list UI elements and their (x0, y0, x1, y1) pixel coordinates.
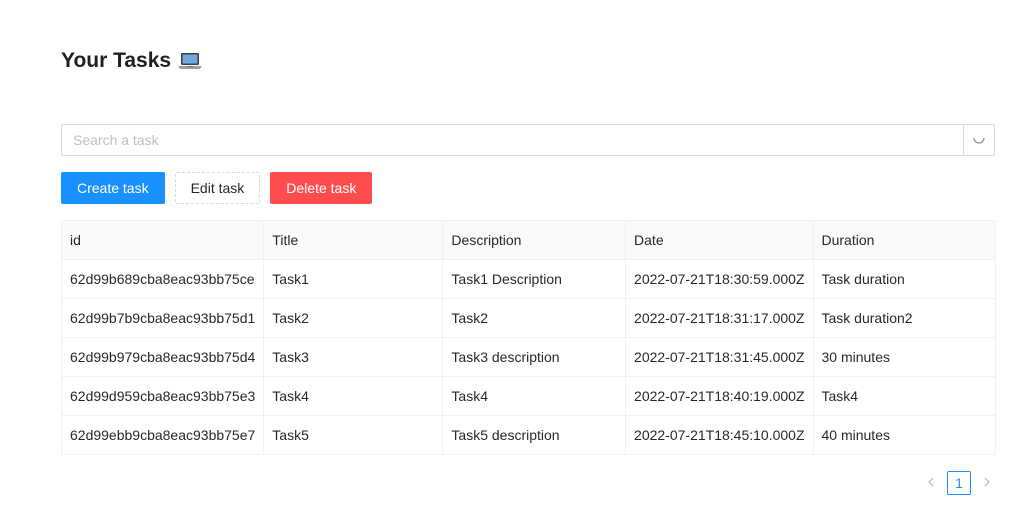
table-row[interactable]: 62d99b979cba8eac93bb75d4 Task3 Task3 des… (61, 337, 996, 377)
column-header-id[interactable]: id (61, 220, 265, 260)
cell-date: 2022-07-21T18:31:45.000Z (625, 337, 814, 377)
delete-task-button[interactable]: Delete task (270, 172, 373, 204)
column-header-date[interactable]: Date (625, 220, 814, 260)
chevron-right-icon (983, 476, 991, 490)
table-header-row: id Title Description Date Duration (61, 220, 996, 260)
page: Your Tasks Create task Edit task Delete … (0, 0, 1023, 528)
column-header-duration[interactable]: Duration (813, 220, 996, 260)
search-button[interactable] (963, 124, 995, 156)
cell-id: 62d99d959cba8eac93bb75e3 (61, 376, 265, 416)
cell-title: Task2 (263, 298, 444, 338)
cell-title: Task5 (263, 415, 444, 455)
cell-description: Task1 Description (442, 259, 627, 299)
cell-duration: Task duration2 (813, 298, 996, 338)
cell-id: 62d99b7b9cba8eac93bb75d1 (61, 298, 265, 338)
cell-id: 62d99ebb9cba8eac93bb75e7 (61, 415, 265, 455)
table-row[interactable]: 62d99ebb9cba8eac93bb75e7 Task5 Task5 des… (61, 415, 996, 455)
tasks-table: id Title Description Date Duration 62d99… (61, 220, 996, 455)
cell-date: 2022-07-21T18:30:59.000Z (625, 259, 814, 299)
search-bar (61, 124, 995, 156)
table-row[interactable]: 62d99b689cba8eac93bb75ce Task1 Task1 Des… (61, 259, 996, 299)
cell-date: 2022-07-21T18:45:10.000Z (625, 415, 814, 455)
edit-task-button[interactable]: Edit task (174, 172, 261, 204)
table-row[interactable]: 62d99d959cba8eac93bb75e3 Task4 Task4 202… (61, 376, 996, 416)
cell-id: 62d99b689cba8eac93bb75ce (61, 259, 265, 299)
cell-description: Task3 description (442, 337, 627, 377)
table-row[interactable]: 62d99b7b9cba8eac93bb75d1 Task2 Task2 202… (61, 298, 996, 338)
cell-duration: 30 minutes (813, 337, 996, 377)
cell-duration: Task4 (813, 376, 996, 416)
cell-title: Task3 (263, 337, 444, 377)
action-toolbar: Create task Edit task Delete task (61, 172, 373, 204)
cell-description: Task4 (442, 376, 627, 416)
cell-title: Task1 (263, 259, 444, 299)
create-task-button[interactable]: Create task (61, 172, 165, 204)
cell-duration: 40 minutes (813, 415, 996, 455)
column-header-description[interactable]: Description (442, 220, 627, 260)
prev-page-button[interactable] (923, 471, 939, 495)
loading-spinner-icon (972, 131, 986, 150)
cell-title: Task4 (263, 376, 444, 416)
page-title: Your Tasks (61, 47, 203, 75)
cell-id: 62d99b979cba8eac93bb75d4 (61, 337, 265, 377)
next-page-button[interactable] (979, 471, 995, 495)
chevron-left-icon (927, 476, 935, 490)
cell-duration: Task duration (813, 259, 996, 299)
laptop-icon (177, 50, 203, 72)
column-header-title[interactable]: Title (263, 220, 444, 260)
page-number-button[interactable]: 1 (947, 471, 971, 495)
cell-date: 2022-07-21T18:40:19.000Z (625, 376, 814, 416)
cell-description: Task2 (442, 298, 627, 338)
page-title-text: Your Tasks (61, 49, 172, 72)
cell-description: Task5 description (442, 415, 627, 455)
pagination: 1 (923, 471, 995, 495)
cell-date: 2022-07-21T18:31:17.000Z (625, 298, 814, 338)
search-input[interactable] (61, 124, 963, 156)
